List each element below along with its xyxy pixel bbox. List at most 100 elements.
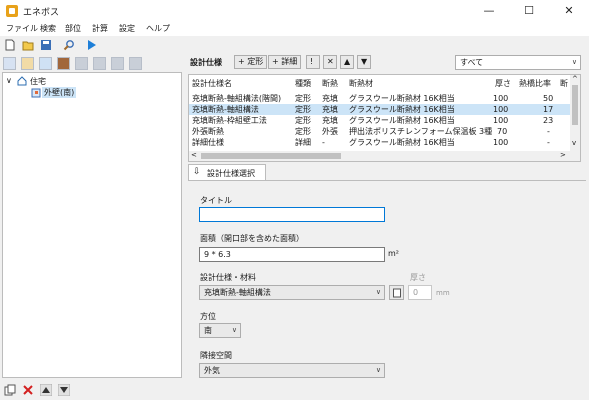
cell-name: 充填断熱-軸組構法 xyxy=(192,105,259,114)
spec-material-select[interactable]: 充填断熱-軸組構法 ∨ xyxy=(199,285,385,300)
table-row[interactable]: 充填断熱-枠組壁工法 定形 充填 グラスウール断熱材 16K相当 100 23 xyxy=(189,115,570,126)
menu-settings[interactable]: 設定 xyxy=(119,23,135,34)
col-header-material[interactable]: 断熱材 xyxy=(349,78,373,89)
col-header-type[interactable]: 種類 xyxy=(295,78,311,89)
vertical-scrollbar[interactable]: ^ v xyxy=(570,75,580,161)
scroll-thumb[interactable] xyxy=(201,153,341,159)
delete-spec-button[interactable]: ✕ xyxy=(323,55,337,69)
thickness-label: 厚さ xyxy=(410,273,426,282)
add-room-icon[interactable] xyxy=(21,57,34,70)
detail-form: タイトル 面積（開口部を含めた面積） 9 * 6.3 m² 設計仕様・材料 充填… xyxy=(188,180,586,380)
open-folder-icon[interactable] xyxy=(22,39,34,51)
area-value: 9 * 6.3 xyxy=(204,250,231,259)
save-icon[interactable] xyxy=(40,39,52,51)
tree-toolbar xyxy=(0,56,181,71)
window-title: エネボス xyxy=(23,8,60,18)
cell-thickness: 70 xyxy=(497,127,508,136)
document-icon xyxy=(393,288,401,298)
up-triangle-icon: ▲ xyxy=(344,57,351,66)
col-header-thickness[interactable]: 厚さ xyxy=(495,78,511,89)
structure-tree: ∨ 住宅 外壁(南) xyxy=(2,72,182,378)
material-picker-button[interactable] xyxy=(389,285,404,300)
col-header-insulation[interactable]: 断熱 xyxy=(322,78,338,89)
menu-search[interactable]: 検索 xyxy=(40,23,56,34)
direction-select[interactable]: 南 ∨ xyxy=(199,323,241,338)
area-unit: m² xyxy=(388,249,399,258)
chevron-down-icon: ∨ xyxy=(231,326,237,334)
cell-type: 定形 xyxy=(295,116,311,125)
area-input[interactable]: 9 * 6.3 xyxy=(199,247,385,262)
menu-help[interactable]: ヘルプ xyxy=(146,23,170,34)
direction-value: 南 xyxy=(204,326,212,335)
add-fixed-label: 定形 xyxy=(247,57,264,66)
scroll-left-icon[interactable]: < xyxy=(191,151,197,159)
adjacent-select[interactable]: 外気 ∨ xyxy=(199,363,385,378)
add-partition-icon[interactable] xyxy=(129,57,142,70)
run-icon[interactable] xyxy=(86,39,98,51)
cell-thermal-bridge: 50 xyxy=(543,94,554,103)
scroll-right-icon[interactable]: > xyxy=(560,151,566,159)
spec-title: 設計仕様 xyxy=(190,58,222,67)
search-icon[interactable] xyxy=(63,39,75,51)
title-input[interactable] xyxy=(199,207,385,222)
add-fixed-button[interactable]: + 定形 xyxy=(234,55,268,69)
cell-name: 詳細仕様 xyxy=(192,138,224,147)
move-up-button[interactable]: ▲ xyxy=(340,55,354,69)
copy-icon[interactable] xyxy=(4,384,16,396)
move-up-icon[interactable] xyxy=(40,384,52,396)
add-roof-icon[interactable] xyxy=(111,57,124,70)
filter-select[interactable]: すべて ∨ xyxy=(455,55,581,70)
maximize-button[interactable]: ☐ xyxy=(509,0,549,22)
title-label: タイトル xyxy=(200,196,232,205)
exclamation-icon: ! xyxy=(310,57,314,66)
cell-insulation: 充填 xyxy=(322,116,338,125)
table-row-selected[interactable]: 充填断熱-軸組構法 定形 充填 グラスウール断熱材 16K相当 100 17 xyxy=(189,104,570,115)
move-down-icon[interactable] xyxy=(58,384,70,396)
cell-thickness: 100 xyxy=(493,105,509,114)
cell-thermal-bridge: - xyxy=(547,127,550,136)
menu-calc[interactable]: 計算 xyxy=(92,23,108,34)
add-detail-button[interactable]: + 詳細 xyxy=(268,55,302,69)
collapse-chevron-icon[interactable]: ∨ xyxy=(6,76,12,85)
cell-material: グラスウール断熱材 16K相当 xyxy=(349,94,455,103)
add-floor-icon[interactable] xyxy=(93,57,106,70)
menu-file[interactable]: ファイル xyxy=(6,23,38,34)
table-row[interactable]: 外張断熱 定形 外張 押出法ポリスチレンフォーム保温板 3種 70 - xyxy=(189,126,570,137)
table-row[interactable]: 充填断熱-軸組構法(階間) 定形 充填 グラスウール断熱材 16K相当 100 … xyxy=(189,93,570,104)
down-triangle-icon: ▼ xyxy=(361,57,368,66)
adjacent-label: 隣接空間 xyxy=(200,351,232,360)
scroll-up-icon[interactable]: ^ xyxy=(572,75,578,83)
table-row[interactable]: 詳細仕様 詳細 - グラスウール断熱材 16K相当 100 - xyxy=(189,137,570,148)
move-down-button[interactable]: ▼ xyxy=(357,55,371,69)
tree-item-house[interactable]: 住宅 xyxy=(30,76,46,87)
cell-thickness: 100 xyxy=(493,138,509,147)
plus-icon: + xyxy=(238,57,245,66)
minimize-button[interactable]: — xyxy=(469,0,509,22)
spec-material-label: 設計仕様・材料 xyxy=(200,273,256,282)
info-button[interactable]: ! xyxy=(306,55,320,69)
cell-type: 定形 xyxy=(295,94,311,103)
cell-insulation: 外張 xyxy=(322,127,338,136)
main-toolbar xyxy=(0,36,589,54)
tree-bottom-toolbar xyxy=(0,381,181,399)
horizontal-scrollbar[interactable]: < > xyxy=(189,151,570,161)
menu-part[interactable]: 部位 xyxy=(65,23,81,34)
col-header-name[interactable]: 設計仕様名 xyxy=(192,78,232,89)
spec-table: 設計仕様名 種類 断熱 断熱材 厚さ 熱橋比率 断 充填断熱-軸組構法(階間) … xyxy=(188,74,581,162)
spec-select-tab[interactable]: ⇩ 設計仕様選択 xyxy=(188,164,266,180)
delete-icon[interactable] xyxy=(22,384,34,396)
cell-thermal-bridge: 23 xyxy=(543,116,554,125)
col-header-thermal-bridge[interactable]: 熱橋比率 xyxy=(519,78,551,89)
add-window-icon[interactable] xyxy=(39,57,52,70)
thickness-input[interactable]: 0 xyxy=(408,285,432,300)
scroll-thumb[interactable] xyxy=(572,85,578,125)
new-file-icon[interactable] xyxy=(4,39,16,51)
add-door-icon[interactable] xyxy=(57,57,70,70)
scroll-down-icon[interactable]: v xyxy=(572,139,576,147)
close-button[interactable]: ✕ xyxy=(549,0,589,22)
col-header-extra[interactable]: 断 xyxy=(560,78,568,89)
spec-select-label: 設計仕様選択 xyxy=(207,169,255,178)
tree-item-south-wall[interactable]: 外壁(南) xyxy=(42,87,77,98)
add-house-icon[interactable] xyxy=(3,57,16,70)
add-wall-icon[interactable] xyxy=(75,57,88,70)
